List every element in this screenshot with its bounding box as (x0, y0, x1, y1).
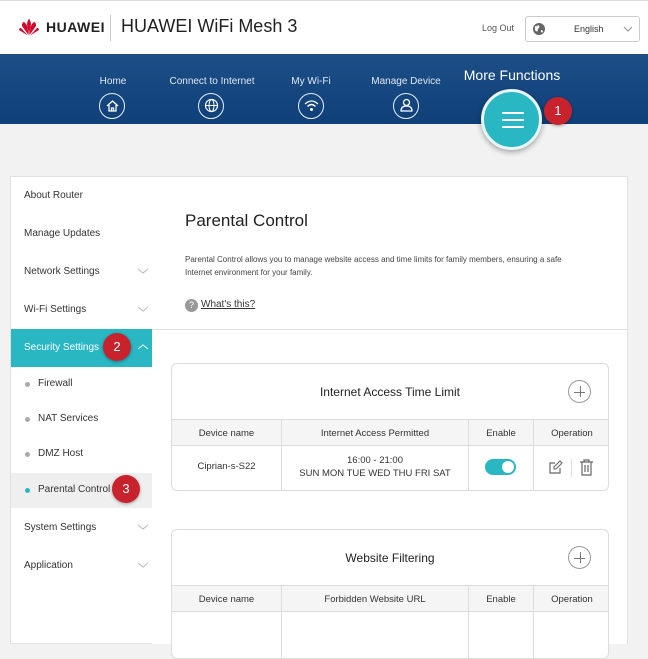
help-icon: ? (185, 299, 198, 312)
sidebar-item-label: Application (24, 560, 73, 571)
page-description: Parental Control allows you to manage we… (185, 255, 562, 277)
website-filtering-title: Website Filtering (345, 551, 435, 565)
column-divider (281, 585, 282, 659)
sidebar-subitem-dmz-host[interactable]: DMZ Host (11, 437, 153, 472)
column-divider (533, 585, 534, 659)
sidebar-item-manage-updates[interactable]: Manage Updates (11, 215, 153, 253)
sidebar: About Router Manage Updates Network Sett… (10, 176, 153, 644)
toggle-knob (502, 461, 514, 473)
nav-my-wifi-label: My Wi-Fi (291, 76, 331, 87)
column-header: Internet Access Permitted (320, 428, 430, 439)
sidebar-item-label: Manage Updates (24, 228, 101, 239)
chevron-down-icon (623, 26, 633, 32)
sidebar-item-label: Security Settings (24, 342, 100, 353)
chevron-down-icon (137, 268, 149, 274)
sidebar-item-label: Parental Control (38, 484, 111, 495)
sidebar-item-label: System Settings (24, 522, 97, 533)
sidebar-item-application[interactable]: Application (11, 547, 153, 585)
brand-name: HUAWEI (46, 19, 105, 35)
sidebar-item-wifi-settings[interactable]: Wi-Fi Settings (11, 291, 153, 329)
column-header: Enable (486, 428, 516, 439)
menu-icon-bar (502, 126, 524, 128)
sidebar-item-label: Wi-Fi Settings (24, 304, 87, 315)
page-title: Parental Control (185, 211, 308, 230)
step-badge-1: 1 (544, 97, 572, 125)
huawei-logo: HUAWEI (18, 18, 105, 36)
enable-toggle[interactable] (485, 459, 516, 475)
language-value: English (574, 24, 604, 34)
more-functions-label[interactable]: More Functions (452, 67, 572, 83)
time-limit-title: Internet Access Time Limit (319, 385, 461, 399)
bullet-dot (25, 452, 30, 457)
column-header: Device name (198, 428, 255, 439)
bullet-dot (25, 417, 30, 422)
huawei-petal-icon (19, 19, 39, 36)
column-header: Device name (198, 594, 255, 605)
main-content: Parental Control Parental Control allows… (152, 176, 628, 659)
add-time-limit-button[interactable] (568, 380, 591, 403)
sidebar-subitem-firewall[interactable]: Firewall (11, 367, 153, 402)
menu-icon-bar (502, 112, 524, 114)
step-badge-2: 2 (103, 333, 131, 361)
sidebar-item-label: Network Settings (24, 266, 100, 277)
chevron-down-icon (137, 562, 149, 568)
sidebar-item-network-settings[interactable]: Network Settings (11, 253, 153, 291)
days-cell: SUN MON TUE WED THU FRI SAT (299, 468, 451, 479)
bullet-dot (25, 488, 30, 493)
column-divider (533, 419, 534, 491)
home-icon (99, 93, 125, 119)
globe-icon (533, 23, 545, 35)
sidebar-item-label: NAT Services (38, 413, 99, 424)
chevron-up-icon (137, 344, 149, 350)
time-limit-table-header: Device name Internet Access Permitted En… (172, 419, 608, 446)
device-name-cell: Ciprian-s-S22 (197, 461, 256, 472)
column-header: Enable (486, 594, 516, 605)
logout-link[interactable]: Log Out (482, 23, 514, 33)
sidebar-item-security-settings[interactable]: Security Settings (11, 329, 153, 367)
sidebar-item-label: About Router (24, 190, 83, 201)
user-icon (393, 93, 419, 119)
time-range-cell: 16:00 - 21:00 (347, 455, 403, 466)
nav-home-label: Home (99, 76, 127, 87)
main-lower-panel: Internet Access Time Limit Device name I… (152, 330, 628, 659)
step-badge-3: 3 (112, 475, 140, 503)
sidebar-item-about-router[interactable]: About Router (11, 177, 153, 215)
nav-manage-device-label: Manage Device (371, 76, 441, 87)
internet-globe-icon (198, 93, 224, 119)
chevron-down-icon (137, 306, 149, 312)
parental-control-header: Parental Control Parental Control allows… (152, 176, 628, 330)
column-divider (468, 585, 469, 659)
delete-icon[interactable] (579, 459, 594, 476)
column-divider (468, 419, 469, 491)
title-divider (110, 15, 111, 41)
more-functions-menu-button[interactable] (481, 89, 542, 150)
whats-this-link[interactable]: What's this? (201, 299, 255, 310)
operation-divider (571, 459, 572, 477)
sidebar-subitem-nat-services[interactable]: NAT Services (11, 402, 153, 437)
website-filtering-table-header: Device name Forbidden Website URL Enable… (172, 585, 608, 612)
wifi-icon (298, 93, 324, 119)
sidebar-item-label: DMZ Host (38, 448, 83, 459)
menu-icon-bar (502, 119, 524, 121)
sidebar-item-system-settings[interactable]: System Settings (11, 509, 153, 547)
website-filtering-card: Website Filtering Device name Forbidden … (171, 529, 609, 659)
column-header: Operation (551, 428, 593, 439)
sidebar-item-label: Firewall (38, 378, 73, 389)
edit-icon[interactable] (548, 460, 563, 475)
chevron-down-icon (137, 524, 149, 530)
column-header: Forbidden Website URL (324, 594, 426, 605)
column-header: Operation (551, 594, 593, 605)
product-title: HUAWEI WiFi Mesh 3 (121, 16, 298, 36)
bullet-dot (25, 382, 30, 387)
top-bar: HUAWEI HUAWEI WiFi Mesh 3 Log Out Englis… (0, 0, 648, 54)
time-limit-card: Internet Access Time Limit Device name I… (171, 363, 609, 491)
language-select[interactable]: English (525, 16, 640, 42)
add-website-filter-button[interactable] (568, 546, 591, 569)
nav-connect-internet-label: Connect to Internet (169, 76, 255, 87)
